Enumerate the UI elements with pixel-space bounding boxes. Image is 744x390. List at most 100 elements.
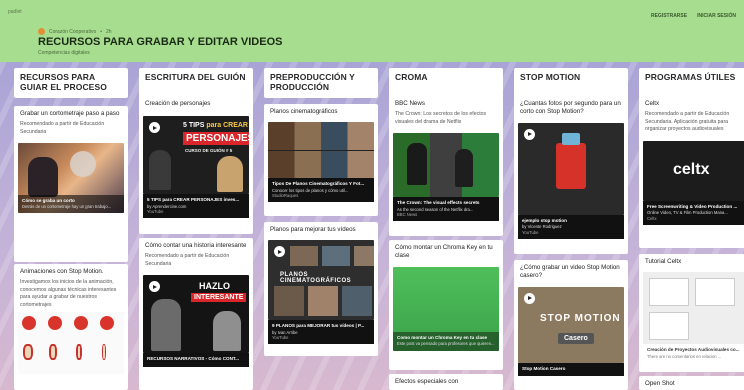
caption-desc: Este post va pensado para profesores que… [397,341,495,347]
tutorial-thumbnail[interactable] [643,272,744,345]
card-stop-motion[interactable]: Animaciones con Stop Motion. Investigamo… [14,264,128,390]
card-fotos-por-segundo[interactable]: ¿Cuantas fotos por segundo para un corto… [514,96,628,254]
card-body: Recomendado a partir de Educación Secund… [20,121,105,135]
grid-divider [268,150,374,152]
card-title: Cómo montar un Chroma Key en tu clase [395,244,493,260]
card-tutorial-celtx[interactable]: Tutorial Celtx Creación de Proyectos Aud… [639,254,744,372]
shot-frame [322,246,350,267]
video-thumbnail[interactable]: HAZLO INTERESANTE [143,275,249,354]
card-title: Planos para mejorar tus vídeos [270,226,356,233]
card-grabar-cortometraje[interactable]: Grabar un cortometraje paso a paso Recom… [14,106,128,262]
card-title: ¿Cuantas fotos por segundo para un corto… [520,100,621,116]
apple-icon [22,316,36,331]
video-thumbnail[interactable]: PLANOS CINEMATOGRÁFICOS [268,240,374,321]
card-open-shot[interactable]: Open Shot [639,376,744,390]
video-thumbnail[interactable] [393,133,499,198]
celtx-thumbnail[interactable]: celtx [643,140,744,201]
column-stop-motion: STOP MOTION ¿Cuantas fotos por segundo p… [514,68,628,390]
person-silhouette [151,299,181,352]
shot-frame [274,286,304,317]
column-heading: CROMA [389,68,503,98]
login-link[interactable]: INICIAR SESIÓN [697,13,736,19]
robot-head [562,132,580,145]
column-heading: PREPRODUCCIÓN Y PRODUCCIÓN [264,68,378,98]
person-silhouette [28,157,58,198]
page-title: RECURSOS PARA GRABAR Y EDITAR VIDEOS [38,36,283,48]
video-caption: Cómo se graba un corto Detrás de un cort… [18,194,124,214]
video-thumbnail[interactable]: STOP MOTION Casero [518,286,624,363]
column-heading: STOP MOTION [514,68,628,98]
caption-desc: Detrás de un cortometraje hay un gran tr… [22,203,112,209]
play-icon[interactable] [149,281,160,293]
card-title: Cómo contar una historia interesante [145,242,247,249]
video-caption: The Crown: The visual effects secrets As… [393,197,499,222]
card-creacion-personajes[interactable]: Creación de personajes 5 TIPS para CREAR… [139,96,253,234]
card-efectos-especiales[interactable]: Efectos especiales con [389,374,503,390]
shot-frame [308,286,338,317]
column-heading: PROGRAMAS ÚTILES [639,68,744,98]
card-planos-cinematograficos[interactable]: Planos cinematográficos Tipos De Planos … [264,104,378,216]
video-thumbnail[interactable]: 5 TIPS para CREAR PERSONAJES CURSO DE GU… [143,116,249,195]
play-icon[interactable] [149,122,160,134]
thumb-label-main: STOP MOTION [540,312,621,324]
card-title: Animaciones con Stop Motion. [20,268,104,275]
card-stop-motion-casero[interactable]: ¿Cómo grabar un video Stop Motion casero… [514,260,628,390]
video-caption: RECURSOS NARRATIVOS - Cómo CONT... [143,353,249,367]
green-screen-image[interactable]: Como montar un Chroma Key en tu clase Es… [393,266,499,351]
person-silhouette [407,143,427,186]
apple-animation-image[interactable] [18,312,124,375]
card-bbc-news[interactable]: BBC News The Crown: Los secretos de los … [389,96,503,236]
video-thumbnail[interactable] [518,122,624,215]
card-body: The Crown: Los secretos de los efectos v… [395,111,487,125]
video-caption: Tipos De Planos Cinematográficos Y Fot..… [268,178,374,203]
card-title: BBC News [395,100,425,107]
bitten-apple-icon [23,344,33,361]
person-silhouette [149,150,171,191]
video-caption: Stop Motion Casero [518,362,624,376]
robot-figure [556,142,586,189]
video-caption: ejemplo stop motion by Vicente Rodriguez… [518,214,624,239]
avatar[interactable] [38,28,45,35]
caption-source: BBC News [397,212,418,218]
screen-frame [649,312,689,341]
video-thumbnail[interactable]: Cómo se graba un corto Detrás de un cort… [18,143,124,214]
card-title: Open Shot [645,380,675,387]
shot-frame [342,286,372,317]
caption-desc: Online Video, TV & Film Production Mana.… [647,210,728,216]
card-title: ¿Cómo grabar un video Stop Motion casero… [520,264,620,280]
card-title: Celtx [645,100,660,107]
apple-icon [48,316,62,331]
thumb-button: Casero [558,332,594,344]
padlet-logo[interactable]: padlet [8,9,22,15]
card-title: Tutorial Celtx [645,258,682,265]
card-celtx[interactable]: Celtx Recomendado a partir de Educación … [639,96,744,248]
author-line: Corazón Cooperativo • 2h [38,28,112,35]
play-icon[interactable] [524,292,535,304]
caption-title: Creación de Proyectos Audiovisuales co..… [647,347,740,353]
caption-desc: There are no comentarios en relacion ... [647,353,722,359]
video-thumbnail[interactable] [268,122,374,179]
card-body: Recomendado a partir de Educación Secund… [145,253,230,267]
column-heading: ESCRITURA DEL GUIÓN [139,68,253,98]
card-chroma-key[interactable]: Cómo montar un Chroma Key en tu clase Co… [389,240,503,370]
apple-core-icon [102,344,106,361]
play-icon[interactable] [524,128,535,140]
card-title: Grabar un cortometraje paso a paso [20,110,120,117]
thumb-label-top: 5 TIPS para CREAR [183,122,248,130]
card-contar-historia[interactable]: Cómo contar una historia interesante Rec… [139,238,253,390]
video-caption: Free Screenwriting & Video Production ..… [643,200,744,225]
caption-source: StudioRaques [272,193,299,199]
post-time: 2h [106,28,112,35]
apple-icon [74,316,88,331]
card-planos-mejorar[interactable]: Planos para mejorar tus vídeos PLANOS CI… [264,222,378,356]
caption-title: 9 PLANOS para MEJORAR tus vídeos | P... [272,323,365,329]
signup-link[interactable]: REGISTRARSE [651,13,687,19]
play-icon[interactable] [274,246,285,258]
screen-frame [695,278,735,307]
card-body: Recomendado a partir de Educación Secund… [645,111,730,133]
caption-title: 5 TIPS para CREAR PERSONAJES inves... [147,197,240,203]
column-croma: CROMA BBC News The Crown: Los secretos d… [389,68,503,390]
thumb-label-sub: CURSO DE GUIÓN # 5 [185,148,233,154]
card-body: Investigamos los inicios de la animación… [20,279,117,308]
video-caption: Como montar un Chroma Key en tu clase Es… [393,331,499,351]
